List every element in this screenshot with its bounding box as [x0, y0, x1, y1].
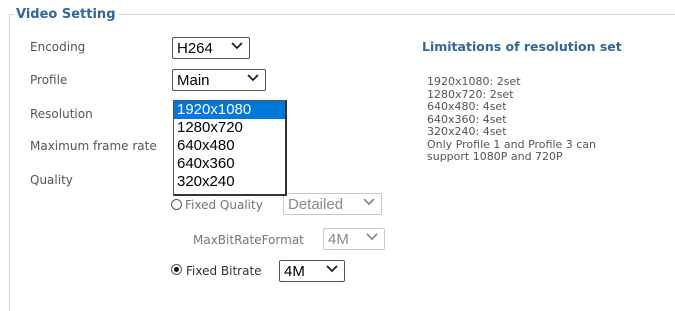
fixed-quality-select[interactable]: Detailed	[283, 193, 382, 215]
resolution-dropdown-list[interactable]: 1920x1080 1280x720 640x480 640x360 320x2…	[173, 100, 287, 196]
max-frame-rate-label: Maximum frame rate	[30, 139, 157, 153]
fixed-quality-value: Detailed	[288, 196, 344, 213]
max-bitrate-format-value: 4M	[328, 231, 349, 248]
limitations-list: 1920x1080: 2set 1280x720: 2set 640x480: …	[427, 75, 596, 164]
limitation-line: 640x480: 4set	[427, 100, 507, 113]
encoding-select[interactable]: H264	[172, 37, 250, 59]
fixed-bitrate-label: Fixed Bitrate	[186, 264, 262, 278]
fixed-bitrate-radio[interactable]	[171, 264, 182, 275]
resolution-option[interactable]: 1920x1080	[174, 101, 285, 119]
resolution-option[interactable]: 1280x720	[174, 119, 285, 137]
section-title: Video Setting	[14, 7, 119, 22]
profile-select[interactable]: Main	[172, 69, 266, 91]
limitation-line: 320x240: 4set	[427, 125, 507, 138]
encoding-value: H264	[177, 40, 213, 57]
max-bitrate-format-label: MaxBitRateFormat	[193, 233, 304, 247]
fixed-quality-radio[interactable]	[171, 199, 182, 210]
chevron-down-icon	[363, 198, 375, 206]
max-bitrate-format-select[interactable]: 4M	[323, 228, 385, 250]
chevron-down-icon	[231, 42, 243, 50]
limitation-line: support 1080P and 720P	[427, 150, 563, 163]
profile-label: Profile	[30, 73, 68, 87]
profile-value: Main	[177, 72, 210, 89]
quality-label: Quality	[30, 173, 73, 187]
limitation-line: 1920x1080: 2set	[427, 75, 521, 88]
resolution-option[interactable]: 640x360	[174, 155, 285, 173]
chevron-down-icon	[326, 265, 338, 273]
chevron-down-icon	[366, 233, 378, 241]
fixed-bitrate-value: 4M	[284, 263, 305, 280]
fixed-quality-label: Fixed Quality	[185, 198, 263, 212]
resolution-option[interactable]: 320x240	[174, 173, 285, 191]
chevron-down-icon	[247, 74, 259, 82]
resolution-option[interactable]: 640x480	[174, 137, 285, 155]
limitations-title: Limitations of resolution set	[422, 39, 622, 54]
fixed-bitrate-select[interactable]: 4M	[279, 260, 345, 282]
encoding-label: Encoding	[30, 40, 86, 54]
resolution-label: Resolution	[30, 107, 93, 121]
